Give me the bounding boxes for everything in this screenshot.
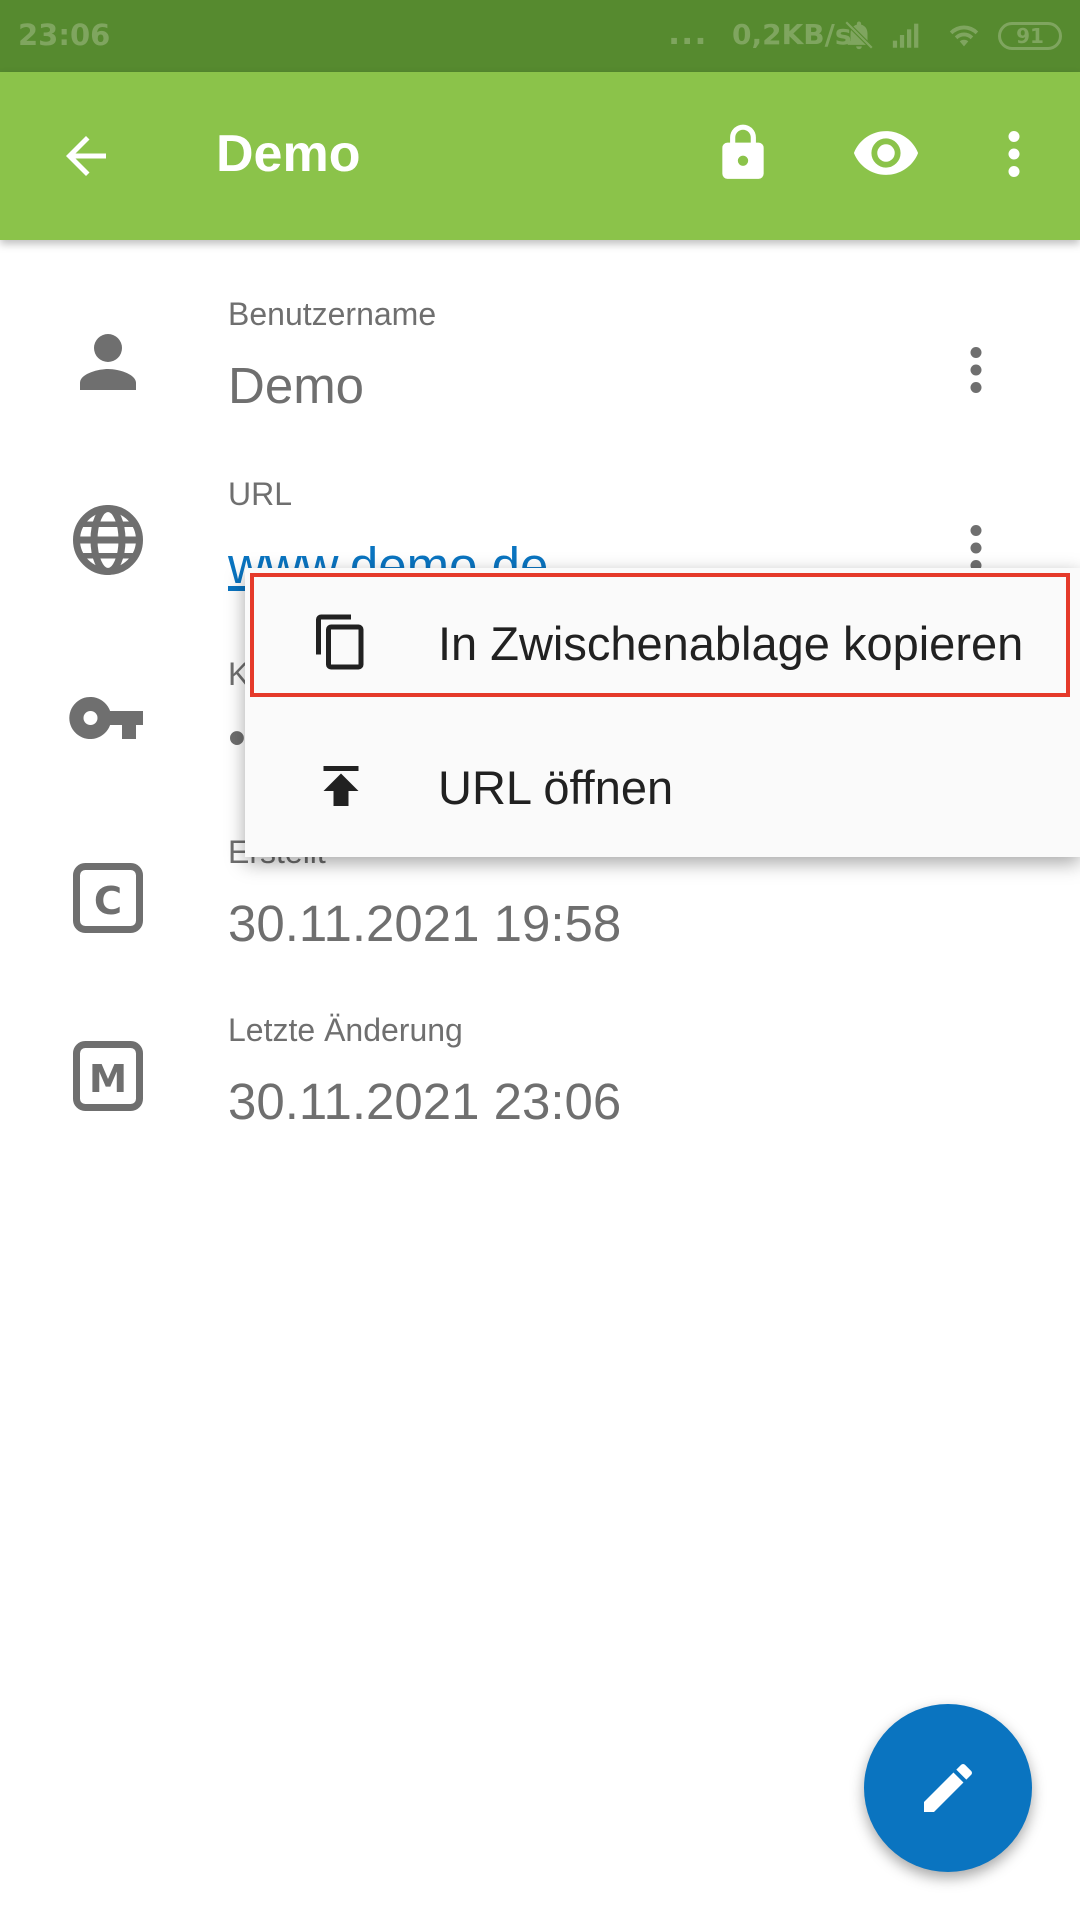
- key-icon: [69, 697, 143, 739]
- created-c-letter: C: [94, 879, 122, 924]
- page-title: Demo: [216, 125, 361, 183]
- field-value-created: 30.11.2021 19:58: [228, 895, 622, 952]
- edit-pencil-icon: [924, 1763, 972, 1812]
- status-more-dots: ...: [668, 14, 708, 52]
- field-value-modified: 30.11.2021 23:06: [228, 1073, 622, 1130]
- copy-icon: [316, 614, 364, 670]
- menu-item-open-url[interactable]: URL öffnen: [245, 712, 1080, 856]
- globe-icon: [73, 505, 143, 575]
- app-bar: Demo: [0, 72, 1080, 240]
- created-c-icon: C: [73, 863, 143, 933]
- status-network-speed: 0,2KB/s: [732, 18, 852, 51]
- status-bar: 23:06 ... 0,2KB/s 91: [0, 0, 1080, 72]
- field-label-modified: Letzte Änderung: [228, 1012, 463, 1048]
- edit-fab-button[interactable]: [864, 1704, 1032, 1872]
- back-arrow-icon[interactable]: [56, 126, 116, 186]
- notifications-off-icon: [844, 20, 874, 50]
- more-vert-icon[interactable]: [984, 124, 1044, 184]
- context-menu: In Zwischenablage kopieren URL öffnen: [245, 568, 1080, 857]
- menu-item-copy-label: In Zwischenablage kopieren: [438, 617, 1024, 670]
- upload-open-icon: [323, 766, 359, 806]
- menu-item-copy[interactable]: In Zwischenablage kopieren: [245, 568, 1080, 712]
- person-icon: [80, 334, 136, 390]
- modified-m-letter: M: [89, 1057, 127, 1102]
- signal-icon: [892, 23, 919, 48]
- status-time: 23:06: [18, 18, 111, 52]
- field-label-url: URL: [228, 476, 293, 512]
- modified-m-icon: M: [73, 1041, 143, 1111]
- lock-icon[interactable]: [712, 122, 774, 184]
- field-value-username[interactable]: Demo: [228, 356, 364, 415]
- field-value-password[interactable]: •: [228, 708, 246, 767]
- battery-icon: 91: [998, 22, 1062, 50]
- username-more-icon[interactable]: [960, 340, 992, 400]
- field-label-username: Benutzername: [228, 296, 437, 332]
- wifi-icon: [949, 25, 979, 47]
- eye-icon[interactable]: [848, 118, 924, 188]
- menu-item-open-url-label: URL öffnen: [438, 761, 674, 814]
